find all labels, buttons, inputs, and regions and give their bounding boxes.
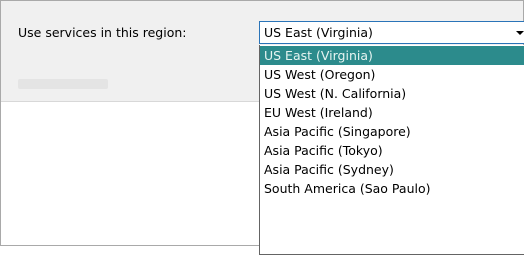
dropdown-option-us-west-oregon[interactable]: US West (Oregon) (260, 65, 524, 84)
dropdown-option-us-east-virginia[interactable]: US East (Virginia) (260, 46, 524, 65)
region-select-value: US East (Virginia) (264, 25, 373, 40)
obscured-label (18, 79, 108, 89)
dropdown-option-us-west-n-california[interactable]: US West (N. California) (260, 84, 524, 103)
dropdown-option-eu-west-ireland[interactable]: EU West (Ireland) (260, 103, 524, 122)
dropdown-option-asia-pacific-tokyo[interactable]: Asia Pacific (Tokyo) (260, 141, 524, 160)
chevron-down-icon[interactable] (516, 31, 524, 35)
dropdown-option-asia-pacific-sydney[interactable]: Asia Pacific (Sydney) (260, 160, 524, 179)
region-dropdown-list[interactable]: US East (Virginia) US West (Oregon) US W… (259, 45, 524, 255)
dropdown-option-south-america-sao-paulo[interactable]: South America (Sao Paulo) (260, 179, 524, 198)
region-label: Use services in this region: (18, 25, 187, 40)
region-select[interactable]: US East (Virginia) (259, 21, 524, 44)
dropdown-option-asia-pacific-singapore[interactable]: Asia Pacific (Singapore) (260, 122, 524, 141)
